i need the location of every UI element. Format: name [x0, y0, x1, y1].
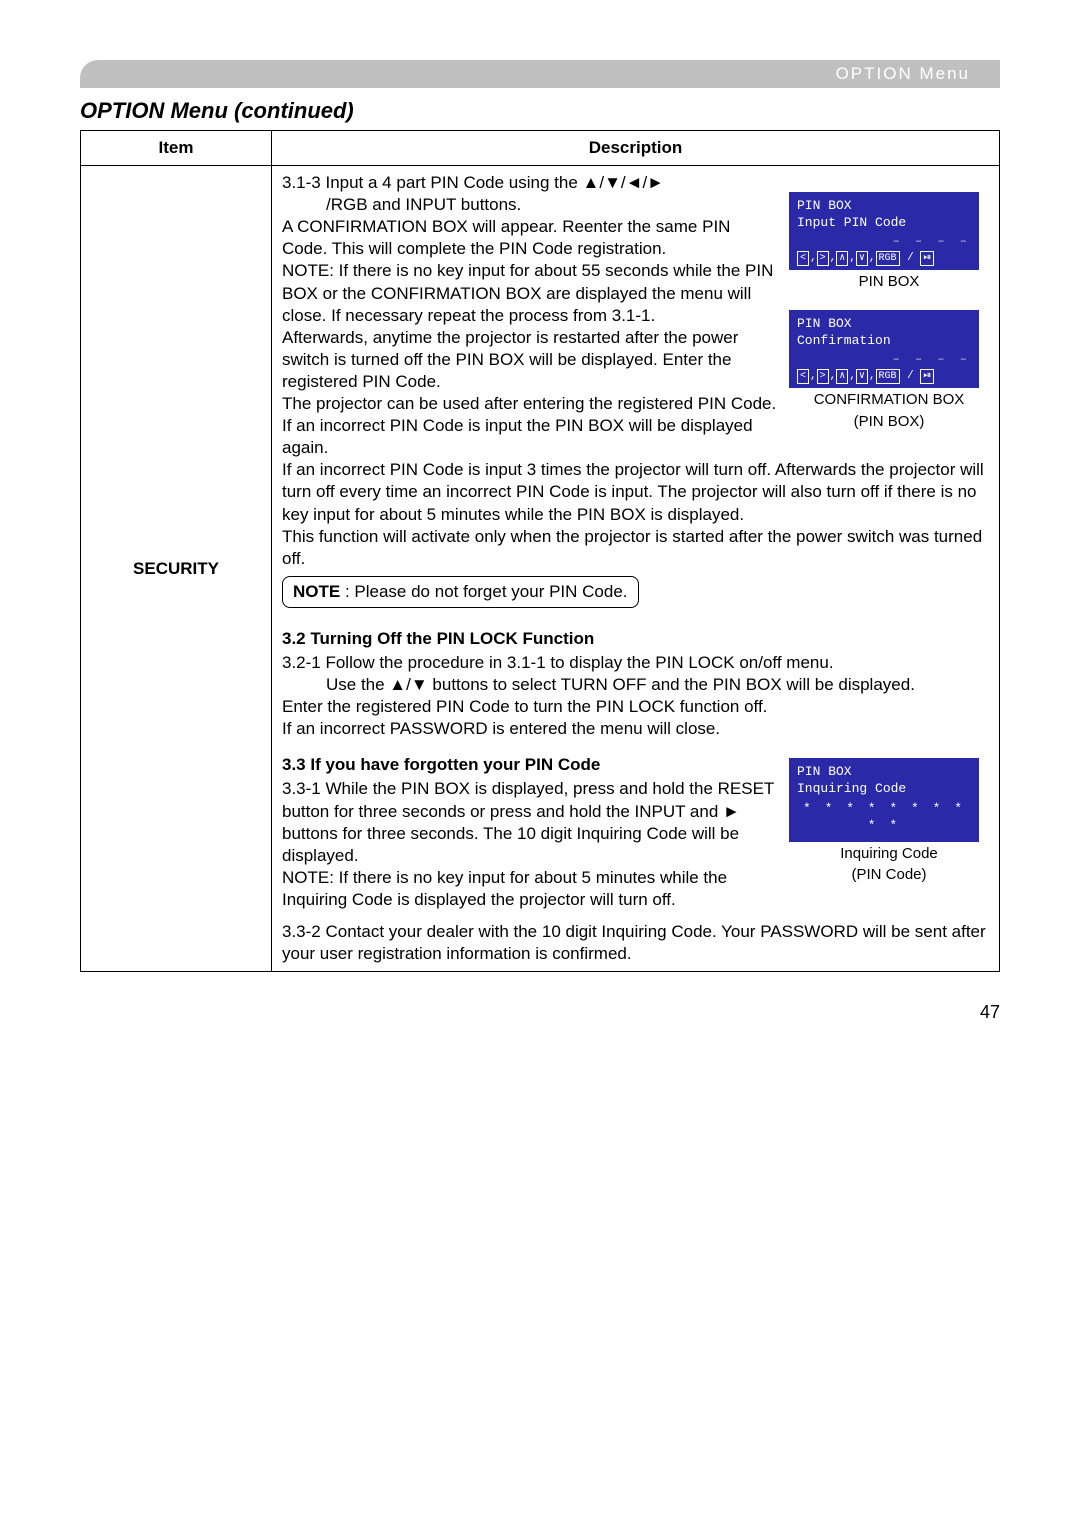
pin-box-dialog: PIN BOX Input PIN Code – – – – <,>,∧,∨,R…	[789, 192, 979, 270]
dialog-subtitle: Inquiring Code	[797, 781, 971, 798]
item-security: SECURITY	[81, 166, 272, 972]
text-313-a: A CONFIRMATION BOX will appear. Reenter …	[282, 216, 777, 260]
dialog-title: PIN BOX	[797, 316, 971, 333]
text-313-note1: NOTE: If there is no key input for about…	[282, 260, 777, 326]
dialog-keyhints: <,>,∧,∨,RGB / ⏯	[797, 369, 971, 384]
pin-box-caption: PIN BOX	[789, 272, 989, 292]
dialog-title: PIN BOX	[797, 764, 971, 781]
note-label: NOTE	[293, 582, 340, 601]
heading-3-2: 3.2 Turning Off the PIN LOCK Function	[282, 628, 989, 650]
inquiring-caption-1: Inquiring Code	[789, 844, 989, 864]
description-cell: PIN BOX Input PIN Code – – – – <,>,∧,∨,R…	[272, 166, 1000, 972]
text-313-line2: /RGB and INPUT buttons.	[282, 194, 777, 216]
text-321-b: Use the ▲/▼ buttons to select TURN OFF a…	[282, 674, 989, 696]
text-313-d: If an incorrect PIN Code is input 3 time…	[282, 459, 989, 525]
col-header-desc: Description	[272, 131, 1000, 166]
confirmation-box-dialog: PIN BOX Confirmation – – – – <,>,∧,∨,RGB…	[789, 310, 979, 388]
dialog-title: PIN BOX	[797, 198, 971, 215]
text-321-c: Enter the registered PIN Code to turn th…	[282, 696, 989, 718]
note-text: : Please do not forget your PIN Code.	[340, 582, 627, 601]
confirmation-caption-2: (PIN BOX)	[789, 412, 989, 432]
dialog-stars: * * * * * * * * * *	[797, 798, 971, 838]
note-box: NOTE : Please do not forget your PIN Cod…	[282, 576, 639, 608]
dialog-keyhints: <,>,∧,∨,RGB / ⏯	[797, 251, 971, 266]
text-331-a: 3.3-1 While the PIN BOX is displayed, pr…	[282, 778, 777, 866]
dialog-dashes: – – – –	[797, 232, 971, 252]
inquiring-caption-2: (PIN Code)	[789, 865, 989, 885]
page-number: 47	[80, 1002, 1000, 1023]
col-header-item: Item	[81, 131, 272, 166]
text-332: 3.3-2 Contact your dealer with the 10 di…	[282, 921, 989, 965]
text-313-e: This function will activate only when th…	[282, 526, 989, 570]
section-title: OPTION Menu (continued)	[80, 98, 1000, 124]
inquiring-code-dialog: PIN BOX Inquiring Code * * * * * * * * *…	[789, 758, 979, 842]
text-321-a: 3.2-1 Follow the procedure in 3.1-1 to d…	[282, 652, 989, 674]
text-331-note: NOTE: If there is no key input for about…	[282, 867, 777, 911]
dialog-subtitle: Input PIN Code	[797, 215, 971, 232]
confirmation-caption-1: CONFIRMATION BOX	[789, 390, 989, 410]
text-313-b: Afterwards, anytime the projector is res…	[282, 327, 777, 393]
header-tab: OPTION Menu	[80, 60, 1000, 88]
dialog-dashes: – – – –	[797, 350, 971, 370]
text-313-c: The projector can be used after entering…	[282, 393, 777, 459]
text-313-lead: 3.1-3 Input a 4 part PIN Code using the …	[282, 172, 777, 194]
dialog-subtitle: Confirmation	[797, 333, 971, 350]
option-table: Item Description SECURITY PIN BOX Input …	[80, 130, 1000, 972]
text-321-d: If an incorrect PASSWORD is entered the …	[282, 718, 989, 740]
